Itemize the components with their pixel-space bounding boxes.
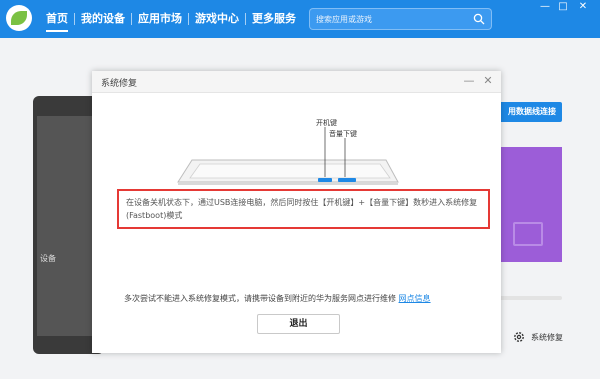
nav-home[interactable]: 首页 xyxy=(40,0,74,38)
banner-graphic-icon xyxy=(513,222,543,246)
top-bar: 首页 我的设备 应用市场 游戏中心 更多服务 — □ ✕ xyxy=(0,0,600,38)
dialog-minimize-icon[interactable]: — xyxy=(463,75,475,87)
dialog-close-icon[interactable]: ✕ xyxy=(482,75,494,87)
search-input[interactable] xyxy=(316,12,466,26)
power-key-label: 开机键 xyxy=(316,119,337,127)
promo-banner xyxy=(499,147,562,262)
dialog-header: 系统修复 — ✕ xyxy=(92,71,501,93)
nav-my-devices[interactable]: 我的设备 xyxy=(75,0,131,38)
app-logo xyxy=(6,5,32,31)
instruction-highlight: 在设备关机状态下，通过USB连接电脑，然后同时按住【开机键】+【音量下键】数秒进… xyxy=(117,189,490,229)
nav-more-services[interactable]: 更多服务 xyxy=(246,0,302,38)
instruction-text: 在设备关机状态下，通过USB连接电脑，然后同时按住【开机键】+【音量下键】数秒进… xyxy=(126,198,478,220)
footer-note-text: 多次尝试不能进入系统修复模式，请携带设备到附近的华为服务网点进行维修 xyxy=(124,294,396,303)
system-repair-link[interactable]: 系统修复 xyxy=(513,331,563,343)
search-box[interactable] xyxy=(309,8,492,30)
nav-game-center[interactable]: 游戏中心 xyxy=(189,0,245,38)
minimize-icon[interactable]: — xyxy=(538,0,552,14)
footer-note: 多次尝试不能进入系统修复模式，请携带设备到附近的华为服务网点进行维修 网点信息 xyxy=(124,293,431,304)
volume-down-key-label: 音量下键 xyxy=(329,130,357,138)
system-repair-label[interactable]: 系统修复 xyxy=(531,332,563,343)
search-icon[interactable] xyxy=(473,13,485,25)
maximize-icon[interactable]: □ xyxy=(556,0,570,14)
exit-button[interactable]: 退出 xyxy=(257,314,340,334)
nav-app-market[interactable]: 应用市场 xyxy=(132,0,188,38)
close-icon[interactable]: ✕ xyxy=(576,0,590,14)
progress-bar xyxy=(499,296,562,300)
service-outlet-link[interactable]: 网点信息 xyxy=(399,294,431,303)
gear-icon xyxy=(514,332,524,342)
device-caption: 设备 xyxy=(40,254,56,263)
system-repair-dialog: 系统修复 — ✕ 开机键 音量下键 在设备关机状态下，通过USB连接电脑，然后同… xyxy=(92,71,501,353)
main-nav: 首页 我的设备 应用市场 游戏中心 更多服务 xyxy=(40,0,302,38)
tablet-key-illustration xyxy=(177,127,399,185)
dialog-title: 系统修复 xyxy=(101,79,138,89)
